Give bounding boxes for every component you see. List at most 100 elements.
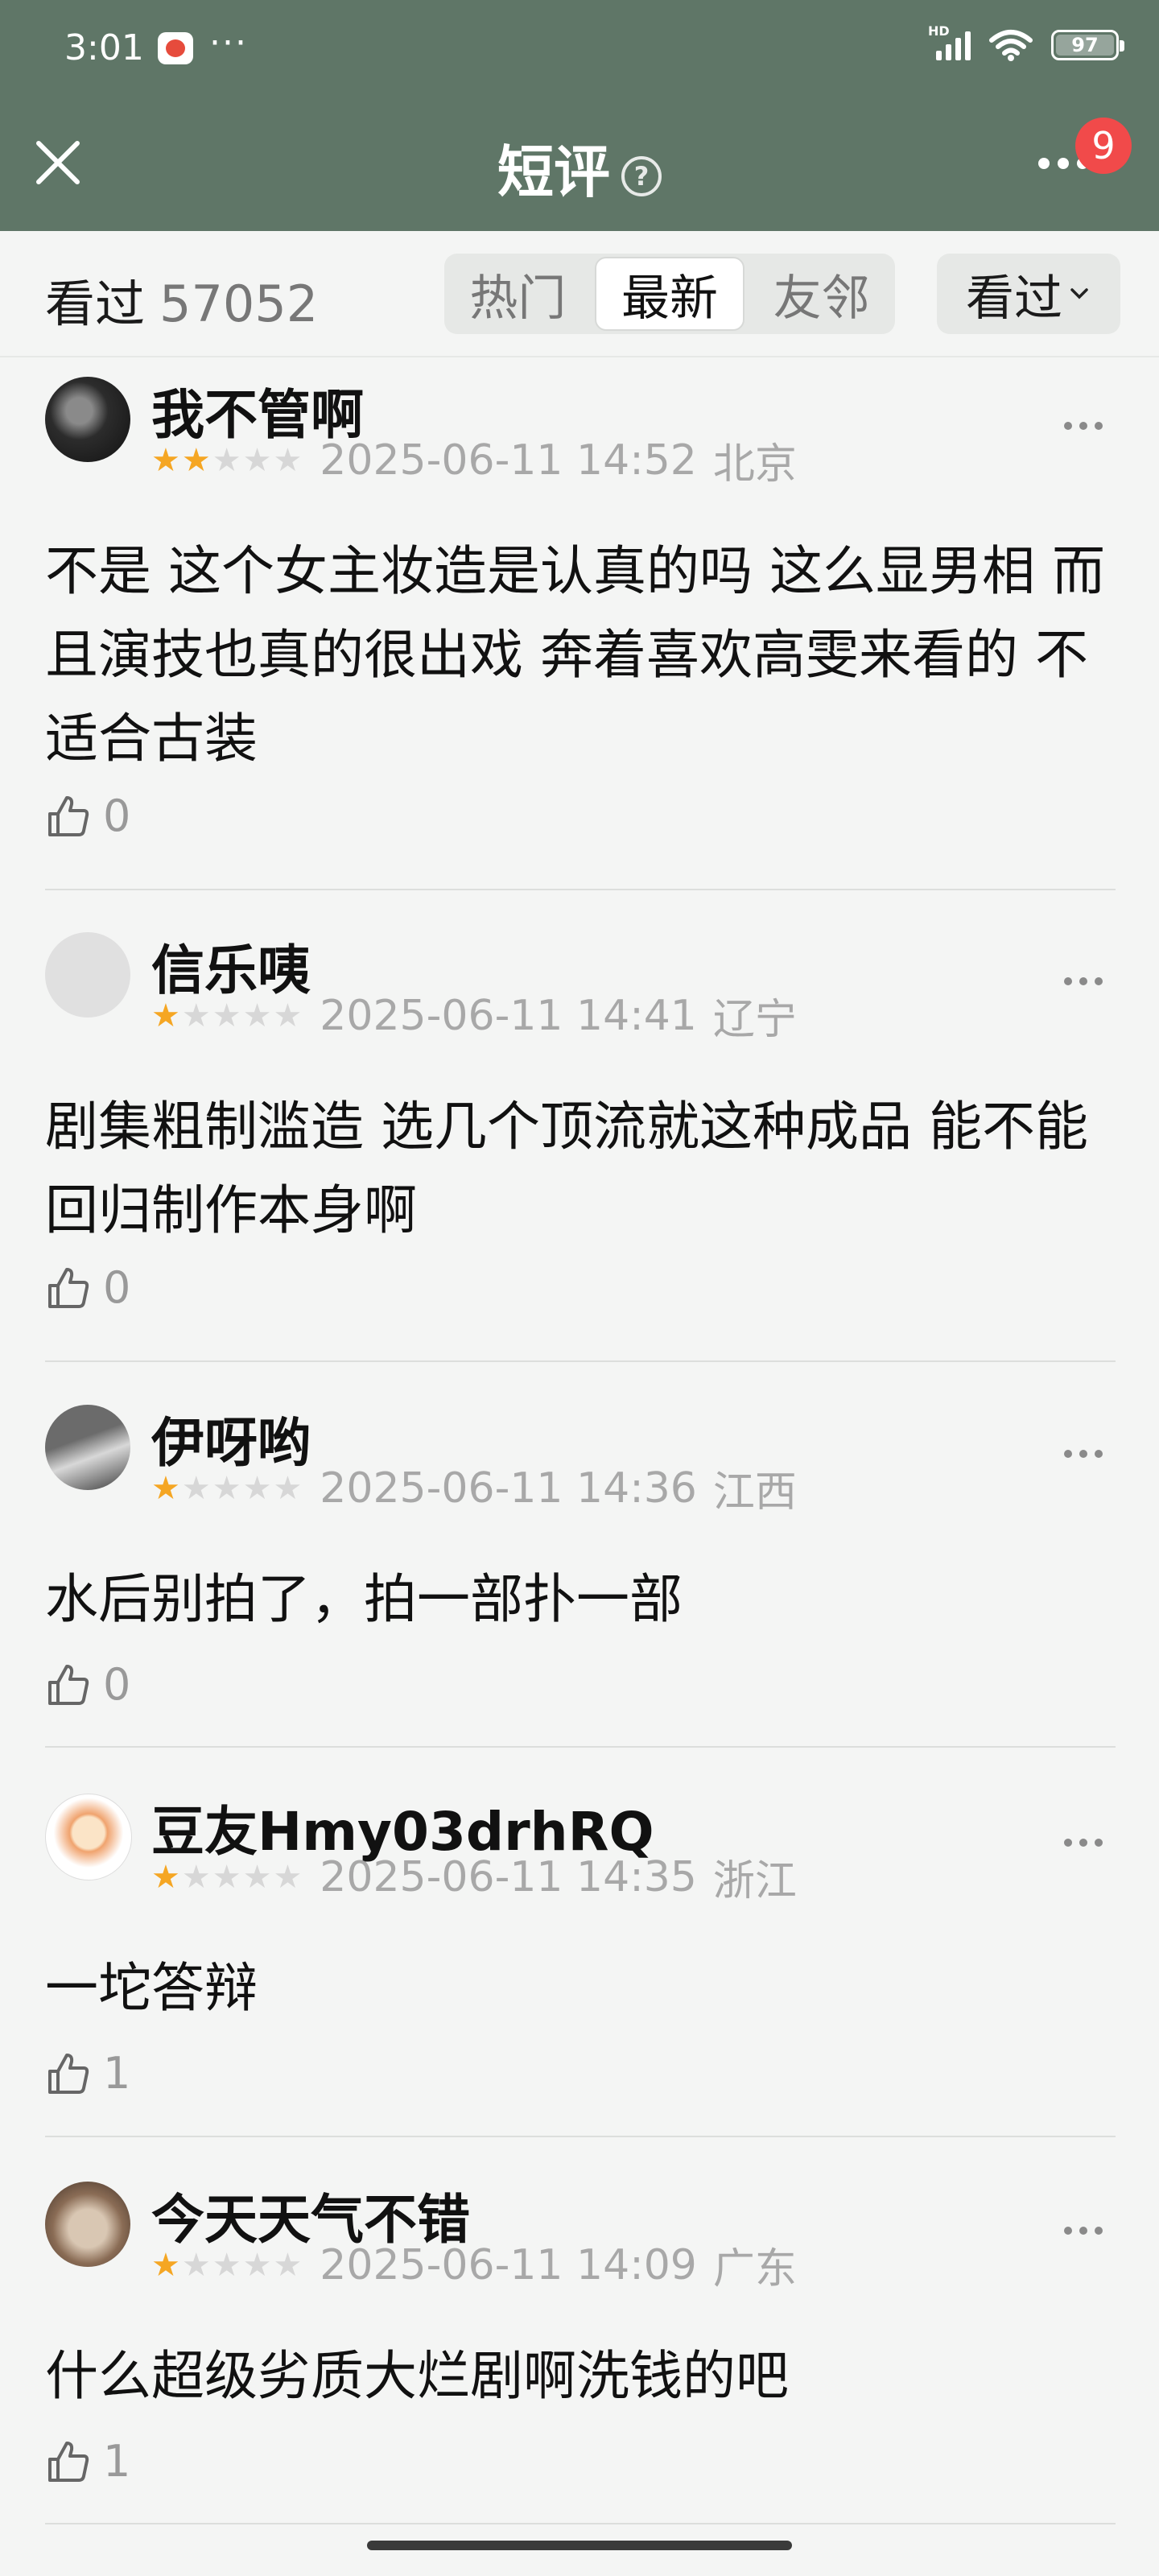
review-content: 什么超级劣质大烂剧啊洗钱的吧 [45, 2345, 789, 2407]
star-icon: ★ [212, 1469, 241, 1507]
page-title: 短评? [0, 127, 1159, 208]
star-icon: ★ [273, 1469, 303, 1507]
watched-label: 看过 [45, 275, 146, 333]
star-icon: ★ [151, 1858, 180, 1896]
star-icon: ★ [242, 1469, 272, 1507]
wifi-icon [989, 30, 1033, 61]
star-icon: ★ [151, 1469, 180, 1507]
star-icon: ★ [151, 997, 180, 1034]
weibo-notification-icon [158, 32, 193, 64]
watched-count: 看过 57052 [45, 263, 318, 336]
thumbs-up-icon [48, 795, 89, 836]
star-icon: ★ [242, 441, 272, 479]
review-location: 辽宁 [712, 996, 797, 1044]
watched-dropdown[interactable]: 看过 [937, 254, 1120, 334]
review-date: 2025-06-11 14:41 [320, 991, 697, 1040]
avatar[interactable] [45, 1405, 130, 1490]
star-icon: ★ [151, 2246, 180, 2284]
like-count: 0 [103, 1262, 131, 1313]
review-item[interactable]: 我不管啊 ★ ★ ★ ★ ★ 2025-06-11 14:52 北京 不是 这个女主妆造是认真的… [45, 377, 1116, 890]
star-icon: ★ [212, 441, 241, 479]
star-icon: ★ [181, 997, 211, 1034]
avatar[interactable] [45, 377, 130, 462]
tab-friends[interactable]: 友邻 [748, 254, 895, 334]
star-icon: ★ [212, 1858, 241, 1896]
notification-badge[interactable]: 9 [1075, 118, 1132, 174]
star-rating: ★ ★ ★ ★ ★ [151, 1000, 302, 1032]
star-icon: ★ [273, 2246, 303, 2284]
thumbs-up-icon [48, 2441, 89, 2482]
star-icon: ★ [242, 997, 272, 1034]
review-more-icon[interactable] [1064, 1450, 1103, 1458]
star-rating: ★ ★ ★ ★ ★ [151, 2249, 302, 2281]
review-content: 水后别拍了，拍一部扑一部 [45, 1568, 683, 1630]
like-count: 1 [103, 2436, 131, 2487]
like-count: 0 [103, 791, 131, 841]
review-meta: ★ ★ ★ ★ ★ 2025-06-11 14:41 辽宁 [151, 985, 797, 1046]
star-icon: ★ [181, 1469, 211, 1507]
review-meta: ★ ★ ★ ★ ★ 2025-06-11 14:52 北京 [151, 430, 797, 490]
review-more-icon[interactable] [1064, 977, 1103, 985]
review-date: 2025-06-11 14:36 [320, 1463, 697, 1513]
chevron-down-icon [1070, 288, 1088, 299]
review-location: 北京 [712, 440, 797, 489]
like-count: 0 [103, 1659, 131, 1710]
like-button[interactable]: 0 [45, 1262, 130, 1313]
review-location: 浙江 [712, 1857, 797, 1905]
battery-level: 97 [1071, 34, 1099, 56]
star-rating: ★ ★ ★ ★ ★ [151, 1472, 302, 1505]
review-item[interactable]: 伊呀哟 ★ ★ ★ ★ ★ 2025-06-11 14:36 江西 水后别拍了，拍一部扑一部 0 [45, 1405, 1116, 1748]
review-content: 剧集粗制滥造 选几个顶流就这种成品 能不能回归制作本身啊 [45, 1096, 1088, 1241]
review-meta: ★ ★ ★ ★ ★ 2025-06-11 14:35 浙江 [151, 1847, 797, 1907]
review-content: 不是 这个女主妆造是认真的吗 这么显男相 而且演技也真的很出戏 奔着喜欢高雯来看… [45, 540, 1105, 770]
star-icon: ★ [181, 2246, 211, 2284]
review-location: 江西 [712, 1468, 797, 1517]
tab-latest[interactable]: 最新 [594, 257, 745, 331]
review-more-icon[interactable] [1064, 1839, 1103, 1847]
review-location: 广东 [712, 2245, 797, 2293]
top-bar: 3:01 ··· HD 97 短评? 9 [0, 0, 1159, 231]
review-date: 2025-06-11 14:09 [320, 2240, 697, 2289]
star-icon: ★ [273, 1858, 303, 1896]
like-button[interactable]: 0 [45, 791, 130, 841]
review-item[interactable]: 信乐咦 ★ ★ ★ ★ ★ 2025-06-11 14:41 辽宁 剧集粗制滥造 选几个顶流就这… [45, 932, 1116, 1362]
sort-tabs: 热门 最新 友邻 [444, 254, 895, 334]
status-more-dots: ··· [209, 23, 248, 64]
star-icon: ★ [242, 2246, 272, 2284]
filter-bar: 看过 57052 热门 最新 友邻 看过 [0, 231, 1159, 357]
star-icon: ★ [181, 1858, 211, 1896]
star-rating: ★ ★ ★ ★ ★ [151, 444, 302, 477]
star-icon: ★ [273, 441, 303, 479]
like-count: 1 [103, 2048, 131, 2099]
avatar[interactable] [45, 2182, 130, 2267]
watched-dropdown-label: 看过 [966, 270, 1062, 327]
like-button[interactable]: 0 [45, 1659, 130, 1710]
star-icon: ★ [151, 441, 180, 479]
review-content: 一坨答辩 [45, 1957, 258, 2019]
help-icon[interactable]: ? [621, 155, 662, 196]
avatar[interactable] [45, 932, 130, 1018]
thumbs-up-icon [48, 1267, 89, 1308]
avatar[interactable] [45, 1794, 132, 1880]
review-date: 2025-06-11 14:35 [320, 1852, 697, 1901]
like-button[interactable]: 1 [45, 2048, 130, 2099]
tab-hot[interactable]: 热门 [444, 254, 592, 334]
thumbs-up-icon [48, 2053, 89, 2094]
review-meta: ★ ★ ★ ★ ★ 2025-06-11 14:09 广东 [151, 2235, 797, 2295]
review-item[interactable]: 豆友Hmy03drhRQ ★ ★ ★ ★ ★ 2025-06-11 14:35 浙江 一坨答辩 1 [45, 1794, 1116, 2137]
review-more-icon[interactable] [1064, 422, 1103, 430]
thumbs-up-icon [48, 1664, 89, 1705]
status-icons: HD 97 [928, 23, 1124, 61]
status-time: 3:01 [64, 27, 144, 68]
battery-icon: 97 [1051, 30, 1124, 60]
star-rating: ★ ★ ★ ★ ★ [151, 1861, 302, 1893]
page-title-text: 短评 [497, 139, 610, 205]
star-icon: ★ [242, 1858, 272, 1896]
review-item[interactable]: 今天天气不错 ★ ★ ★ ★ ★ 2025-06-11 14:09 广东 什么超级劣质大烂剧啊洗… [45, 2182, 1116, 2524]
home-indicator[interactable] [367, 2541, 792, 2550]
review-date: 2025-06-11 14:52 [320, 436, 697, 485]
star-icon: ★ [212, 997, 241, 1034]
watched-number: 57052 [159, 275, 319, 333]
like-button[interactable]: 1 [45, 2436, 130, 2487]
review-more-icon[interactable] [1064, 2227, 1103, 2235]
